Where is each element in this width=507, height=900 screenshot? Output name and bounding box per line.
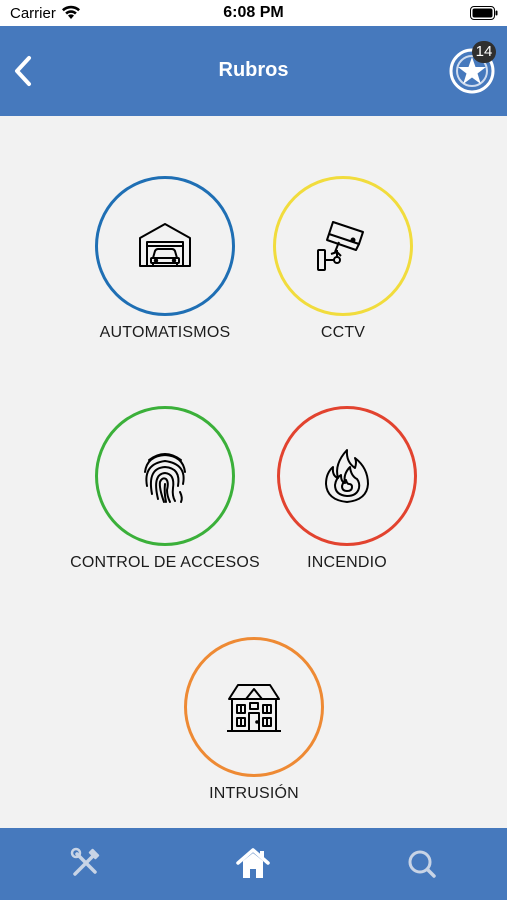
category-ring (277, 406, 417, 546)
security-camera-icon (317, 221, 364, 271)
tools-icon[interactable] (65, 846, 105, 882)
house-icon (227, 684, 281, 732)
category-control-de-accesos[interactable]: CONTROL DE ACCESOS (60, 406, 270, 586)
category-label: CCTV (320, 324, 366, 341)
category-ring (273, 176, 413, 316)
fire-icon (325, 449, 369, 503)
garage-car-icon (139, 223, 191, 267)
category-label: INCENDIO (307, 554, 387, 571)
home-icon[interactable] (233, 846, 273, 882)
category-cctv[interactable]: CCTV (238, 176, 448, 356)
battery-icon (470, 6, 498, 20)
nav-bar: Rubros 14 (0, 26, 507, 116)
category-ring (95, 176, 235, 316)
notification-badge: 14 (472, 41, 496, 63)
category-ring (95, 406, 235, 546)
status-bar: Carrier 6:08 PM (0, 0, 507, 26)
category-label: CONTROL DE ACCESOS (70, 554, 260, 571)
page-title: Rubros (218, 59, 289, 81)
search-icon[interactable] (402, 846, 442, 882)
category-incendio[interactable]: INCENDIO (242, 406, 452, 586)
tab-bar (0, 828, 507, 900)
category-ring (184, 637, 324, 777)
fingerprint-icon (144, 453, 186, 503)
category-label: INTRUSIÓN (209, 785, 299, 802)
category-intrusion[interactable]: INTRUSIÓN (149, 637, 359, 817)
status-time: 6:08 PM (223, 4, 284, 21)
